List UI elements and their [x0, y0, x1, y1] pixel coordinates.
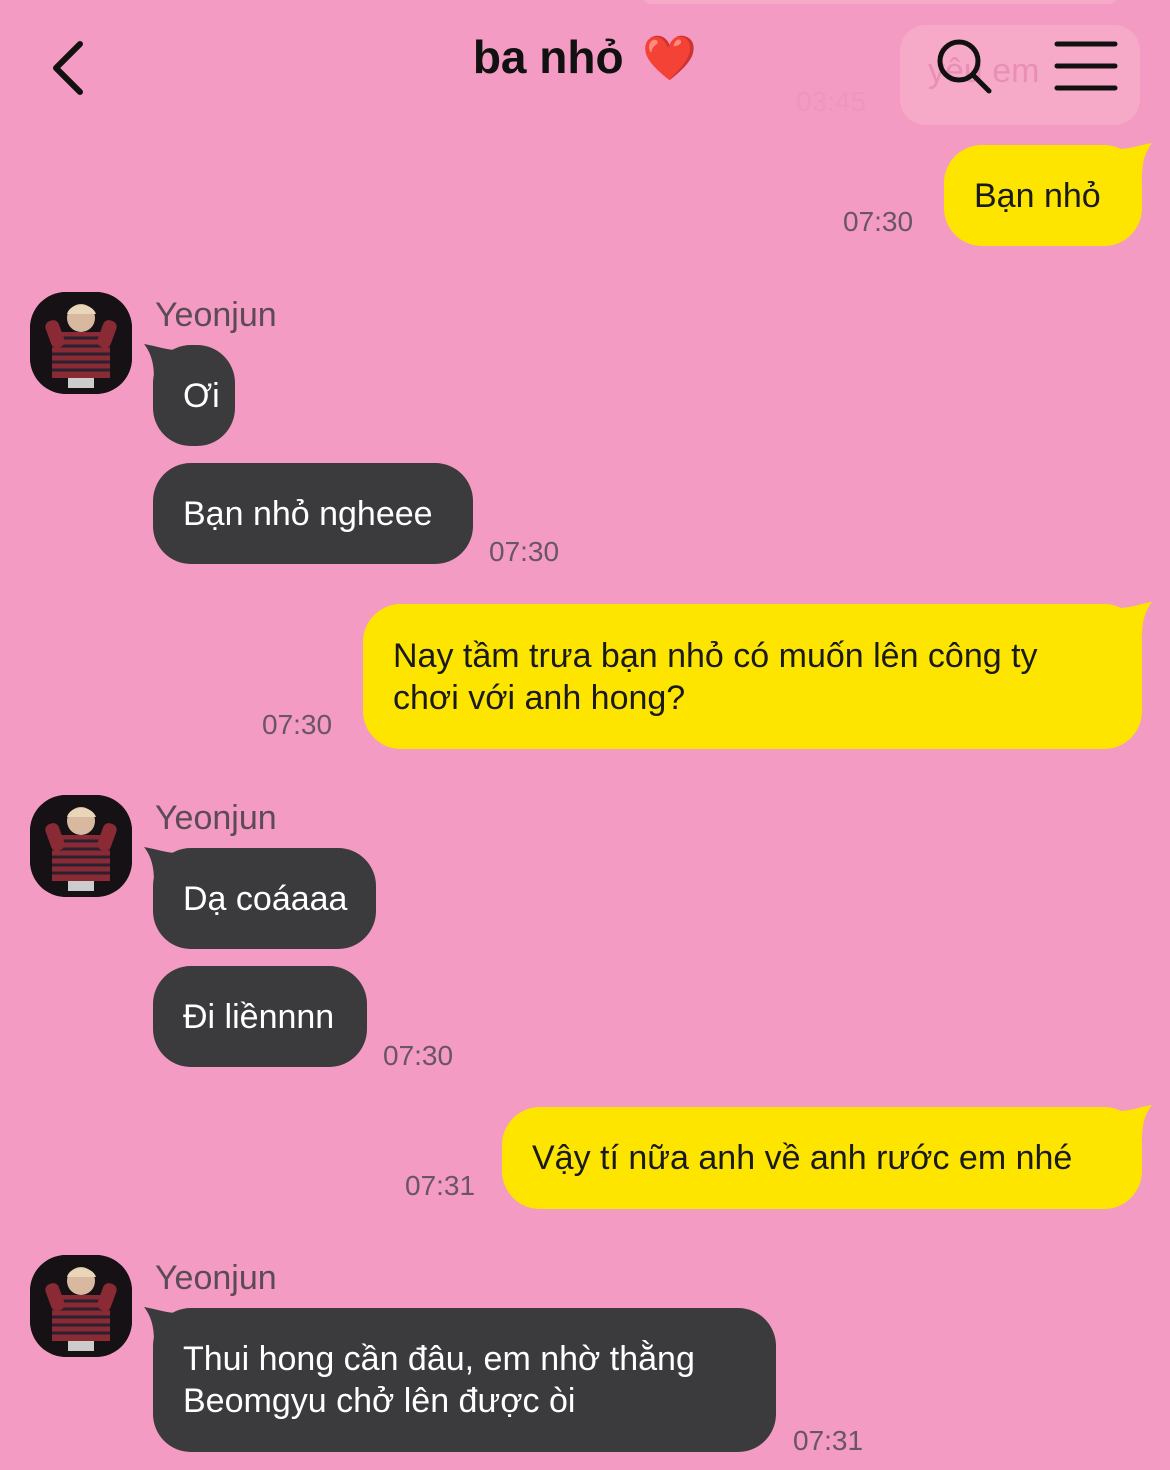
search-icon — [937, 39, 992, 94]
message-time: 07:31 — [405, 1170, 476, 1201]
message-bubble-incoming[interactable]: Dạ coáaaa — [153, 848, 376, 949]
avatar[interactable] — [30, 795, 132, 897]
avatar-photo — [30, 1255, 132, 1357]
message-time: 07:30 — [383, 1040, 454, 1071]
message-bubble-incoming[interactable]: Ơi — [153, 345, 235, 446]
message-text: Bạn nhỏ — [974, 176, 1101, 215]
message-text: Đi liềnnnn — [183, 997, 335, 1036]
message-time: 07:30 — [262, 709, 333, 740]
avatar-photo — [30, 795, 132, 897]
message-text: Nay tầm trưa bạn nhỏ có muốn lên công ty… — [393, 636, 1038, 717]
message-bubble-incoming[interactable]: Bạn nhỏ ngheee — [153, 463, 473, 564]
message-text: Ơi — [183, 376, 220, 415]
sender-name: Yeonjun — [155, 1259, 277, 1297]
chat-title-text: ba nhỏ — [472, 31, 624, 83]
message-bubble-incoming[interactable]: Thui hong cần đâu, em nhờ thằng Beomgyu … — [153, 1308, 776, 1452]
avatar[interactable] — [30, 292, 132, 394]
previous-message-time: 03:45 — [796, 86, 867, 117]
sender-name: Yeonjun — [155, 799, 277, 837]
bubble-tail — [1118, 602, 1152, 636]
heart-emoji: ❤️ — [642, 34, 698, 83]
bubble-tail — [1118, 1105, 1152, 1139]
message-time: 07:31 — [793, 1425, 864, 1456]
hamburger-menu-icon — [1054, 41, 1118, 91]
previous-message-bubble-edge — [640, 0, 1120, 4]
message-bubble-outgoing[interactable]: Nay tầm trưa bạn nhỏ có muốn lên công ty… — [363, 604, 1142, 749]
chat-title: ba nhỏ ❤️ — [0, 30, 1170, 84]
avatar-photo — [30, 292, 132, 394]
bubble-tail — [1118, 143, 1152, 177]
message-text: Thui hong cần đâu, em nhờ thằng Beomgyu … — [183, 1340, 695, 1420]
menu-button[interactable] — [1054, 40, 1118, 92]
search-button[interactable] — [934, 36, 994, 96]
sender-name: Yeonjun — [155, 296, 277, 334]
message-bubble-outgoing[interactable]: Bạn nhỏ — [944, 145, 1142, 246]
message-time: 07:30 — [843, 206, 914, 237]
message-time: 07:30 — [489, 536, 560, 567]
message-bubble-incoming[interactable]: Đi liềnnnn — [153, 966, 367, 1067]
avatar[interactable] — [30, 1255, 132, 1357]
message-bubble-outgoing[interactable]: Vậy tí nữa anh về anh rước em nhé — [502, 1107, 1142, 1209]
message-text: Bạn nhỏ ngheee — [183, 494, 433, 533]
message-text: Dạ coáaaa — [183, 879, 348, 918]
message-text: Vậy tí nữa anh về anh rước em nhé — [532, 1139, 1073, 1177]
